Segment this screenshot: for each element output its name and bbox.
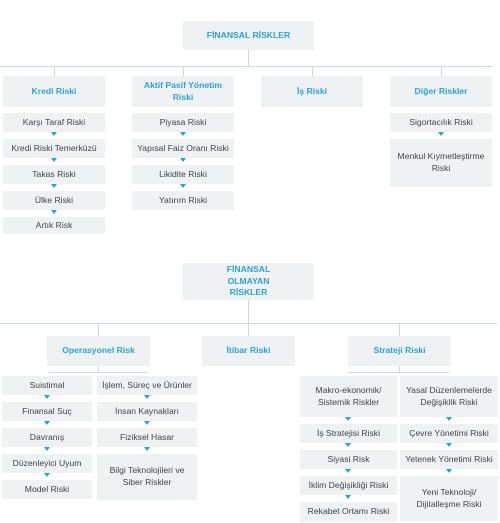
down-arrow-icon xyxy=(445,417,452,421)
financial-risks-title: FİNANSAL RİSKLER xyxy=(183,21,314,50)
down-arrow-icon xyxy=(43,395,50,399)
risk-item: Takas Riski xyxy=(3,165,105,184)
risk-item: Yapısal Faiz Oranı Riski xyxy=(132,139,234,158)
down-arrow-icon xyxy=(345,469,351,473)
down-arrow-icon xyxy=(179,184,186,188)
risk-item: Makro-ekonomik/ Sistemik Riskler xyxy=(300,376,397,417)
connector xyxy=(441,66,442,76)
risk-item: Yasal Düzenlemelerde Değişiklik Riski xyxy=(400,376,498,417)
risk-item: Düzenleyici Uyum xyxy=(2,454,92,473)
risk-item: Yatırım Riski xyxy=(132,191,234,210)
risk-item: Model Riski xyxy=(2,480,92,499)
credit-risk-box: Kredi Riski xyxy=(3,76,105,107)
non-financial-risks-title: FİNANSAL OLMAYAN RİSKLER xyxy=(183,263,314,300)
risk-item: İşlem, Süreç ve Ürünler xyxy=(97,376,197,395)
down-arrow-icon xyxy=(50,132,57,136)
risk-item: Piyasa Riski xyxy=(132,113,234,132)
connector xyxy=(248,323,249,336)
risk-item: Likidite Riski xyxy=(132,165,234,184)
connector xyxy=(248,300,249,323)
reputation-risk-box: İtibar Riski xyxy=(202,336,295,366)
risk-item: Yeni Teknoloji/ Dijitalleşme Riski xyxy=(400,476,498,521)
operational-risk-box: Operasyonel Risk xyxy=(47,336,150,366)
risk-item: Rekabet Ortamı Riski xyxy=(300,502,397,522)
down-arrow-icon xyxy=(43,447,50,451)
down-arrow-icon xyxy=(143,421,150,425)
down-arrow-icon xyxy=(43,473,50,477)
risk-item: Siyasi Risk xyxy=(300,450,397,469)
down-arrow-icon xyxy=(345,443,351,447)
connector xyxy=(98,323,99,336)
connector xyxy=(183,66,184,76)
connector xyxy=(248,50,249,66)
down-arrow-icon xyxy=(50,184,57,188)
risk-item: Menkul Kıymetleştirme Riski xyxy=(390,139,492,187)
connector xyxy=(49,372,148,373)
down-arrow-icon xyxy=(179,158,186,162)
risk-item: Fiziksel Hasar xyxy=(97,428,197,447)
connector xyxy=(0,66,493,67)
down-arrow-icon xyxy=(50,210,57,214)
down-arrow-icon xyxy=(345,495,351,499)
risk-item: Kredi Riski Temerküzü xyxy=(3,139,105,158)
strategy-risk-box: Strateji Riski xyxy=(348,336,451,366)
risk-item: Finansal Suç xyxy=(2,402,92,421)
risk-item: Yetenek Yönetimi Riski xyxy=(400,450,498,469)
risk-item: İklim Değişikliği Riski xyxy=(300,476,397,495)
alm-risk-box: Aktif Pasif Yönetim Riski xyxy=(132,76,234,107)
risk-item: İnsan Kaynakları xyxy=(97,402,197,421)
down-arrow-icon xyxy=(143,447,150,451)
down-arrow-icon xyxy=(179,132,186,136)
connector xyxy=(399,323,400,336)
down-arrow-icon xyxy=(445,443,452,447)
down-arrow-icon xyxy=(345,417,351,421)
connector xyxy=(349,372,449,373)
risk-item: Suistimal xyxy=(2,376,92,395)
risk-item: Karşı Taraf Riski xyxy=(3,113,105,132)
down-arrow-icon xyxy=(445,469,452,473)
other-risks-box: Diğer Riskler xyxy=(390,76,492,107)
risk-item: Davranış xyxy=(2,428,92,447)
connector xyxy=(54,66,55,76)
risk-item: Çevre Yönetimi Riski xyxy=(400,424,498,443)
risk-item: İş Stratejisi Riski xyxy=(300,424,397,443)
down-arrow-icon xyxy=(43,421,50,425)
connector xyxy=(312,66,313,76)
risk-item: Bilgi Teknolojileri ve Siber Riskler xyxy=(97,454,197,500)
down-arrow-icon xyxy=(143,395,150,399)
risk-item: Sigortacılık Riski xyxy=(390,113,492,132)
down-arrow-icon xyxy=(437,132,444,136)
risk-item: Artık Risk xyxy=(3,217,105,234)
risk-item: Ülke Riski xyxy=(3,191,105,210)
down-arrow-icon xyxy=(50,158,57,162)
business-risk-box: İş Riski xyxy=(261,76,363,107)
